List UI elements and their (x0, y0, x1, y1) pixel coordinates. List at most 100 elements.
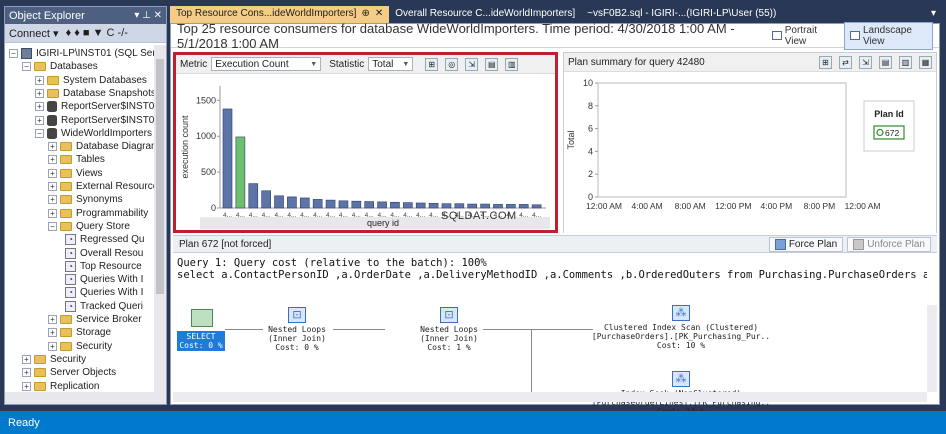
expand-icon[interactable]: + (22, 381, 31, 391)
object-explorer-hscroll[interactable] (5, 392, 166, 404)
nested-loops-operator[interactable]: ⊡ Nested Loops (Inner Join) Cost: 1 % (413, 307, 485, 352)
panel-pin-icon[interactable]: ▾ ⊥ ✕ (134, 10, 162, 21)
grid-view-icon[interactable]: ▥ (505, 57, 519, 71)
expand-icon[interactable]: + (35, 88, 44, 98)
expand-icon[interactable]: + (48, 315, 57, 324)
portrait-view-button[interactable]: Portrait View (766, 22, 840, 50)
select-operator[interactable]: SELECT Cost: 0 % (177, 331, 225, 351)
nested-loops-icon: ⊡ (288, 307, 306, 323)
expand-icon[interactable]: + (35, 115, 44, 125)
tree-node[interactable]: + ReportServer$INST01 (35, 100, 154, 113)
tree-node[interactable]: + Views (48, 167, 103, 180)
tree-node[interactable]: + Synonyms (48, 193, 123, 206)
plan-vscroll[interactable] (927, 305, 937, 392)
tree-node[interactable]: + External Resource (48, 180, 154, 193)
tree-node-label: Queries With I (80, 287, 144, 299)
chart-view-icon[interactable]: ▤ (485, 57, 499, 71)
refresh-icon[interactable]: ⊞ (819, 55, 832, 69)
collapse-icon[interactable]: − (9, 49, 18, 58)
tree-node[interactable]: ◔ Regressed Qu (61, 233, 144, 246)
expand-icon[interactable]: + (48, 208, 57, 218)
compare-plans-icon[interactable]: ⇄ (839, 55, 852, 69)
tree-node[interactable]: ◔ Top Resource (61, 260, 142, 273)
plan-hscroll[interactable] (173, 392, 927, 402)
expand-icon[interactable]: + (35, 75, 44, 85)
unforce-plan-button[interactable]: Unforce Plan (847, 236, 931, 252)
statistic-select[interactable]: Total ▼ (368, 57, 414, 71)
y-tick-label: 10 (583, 78, 593, 88)
tree-node[interactable]: − IGIRI-LP\INST01 (SQL Server (9, 47, 154, 60)
expand-icon[interactable]: + (22, 354, 31, 364)
pin-icon[interactable]: ⊕ (361, 8, 369, 19)
scroll-thumb[interactable] (156, 59, 164, 294)
close-icon[interactable]: ✕ (375, 8, 383, 19)
tree-node[interactable]: − Databases (22, 60, 98, 73)
tabs-dropdown-icon[interactable]: ▾ (927, 6, 940, 23)
configure-icon[interactable]: ◎ (445, 57, 459, 71)
expand-icon[interactable]: + (48, 182, 57, 191)
tree-node[interactable]: + Programmability (48, 207, 148, 220)
expand-icon[interactable]: + (48, 195, 57, 205)
expand-icon[interactable]: + (48, 142, 57, 152)
tree-node-label: Storage (76, 327, 112, 339)
expand-icon[interactable]: + (48, 155, 57, 165)
tree-node[interactable]: ◔ Queries With I (61, 273, 143, 286)
options-icon[interactable]: ▦ (919, 55, 932, 69)
tree-node[interactable]: + ReportServer$INST01 (35, 114, 154, 127)
force-plan-button[interactable]: Force Plan (768, 236, 844, 252)
tree-node[interactable]: − WideWorldImporters (35, 127, 152, 140)
nested-loops-operator[interactable]: ⊡ Nested Loops (Inner Join) Cost: 0 % (261, 307, 333, 352)
connect-button[interactable]: Connect ▾ (9, 27, 59, 40)
chart-view-icon[interactable]: ▤ (879, 55, 892, 69)
folder-icon (60, 195, 72, 205)
landscape-view-button[interactable]: Landscape View (844, 21, 934, 50)
clustered-index-scan-operator[interactable]: ⁂ Clustered Index Scan (Clustered) [Purc… (591, 305, 771, 350)
expand-icon[interactable]: + (48, 341, 57, 351)
collapse-icon[interactable]: − (48, 221, 57, 231)
chevron-down-icon: ▼ (310, 60, 318, 68)
server-icon (21, 48, 32, 59)
bar (467, 203, 478, 209)
grid-view-icon[interactable]: ▥ (899, 55, 912, 69)
tree-node-label: Top Resource (80, 260, 142, 272)
track-icon[interactable]: ⇲ (859, 55, 872, 69)
expand-icon[interactable]: + (48, 168, 57, 178)
collapse-icon[interactable]: − (22, 62, 31, 72)
tree-node[interactable]: ◔ Tracked Queri (61, 300, 143, 313)
tree-node-label: Synonyms (76, 194, 123, 206)
refresh-icon[interactable]: ⊞ (425, 57, 439, 71)
tree-node-label: Service Broker (76, 314, 142, 325)
y-axis-label: execution count (180, 115, 190, 179)
tree-node[interactable]: + Tables (48, 153, 105, 166)
tree-node[interactable]: ◔ Queries With I (61, 286, 143, 299)
tree-node[interactable]: + Server Objects (22, 366, 116, 379)
tree-node-label: ReportServer$INST01 (61, 114, 154, 126)
expand-icon[interactable]: + (48, 328, 57, 338)
tree-node[interactable]: ◔ Overall Resou (61, 247, 143, 260)
tree-node[interactable]: + Security (22, 353, 86, 366)
object-explorer-vscroll[interactable] (154, 45, 166, 392)
toolbar-icons[interactable]: ♦ ♦ ■ ▼ C -/- (66, 27, 128, 39)
tree-node[interactable]: + Service Broker (48, 313, 142, 326)
track-query-icon[interactable]: ⇲ (465, 57, 479, 71)
tree-node[interactable]: + Database Snapshots (35, 87, 154, 100)
tree-node[interactable]: + System Databases (35, 74, 147, 87)
expand-icon[interactable]: + (22, 368, 31, 378)
query-store-document: Top 25 resource consumers for database W… (170, 21, 940, 416)
metric-select[interactable]: Execution Count ▼ (211, 57, 322, 71)
folder-icon (60, 315, 72, 324)
tree-node[interactable]: + Database Diagram (48, 140, 154, 153)
op-cost: Cost: 10 % (656, 341, 706, 350)
expand-icon[interactable]: + (35, 102, 44, 112)
tree-node-label: Regressed Qu (80, 234, 145, 246)
tree-node[interactable]: + Replication (22, 380, 99, 393)
plan-summary-pane: Plan summary for query 42480 ⊞ ⇄ ⇲ ▤ ▥ ▦… (563, 52, 937, 233)
tree-node[interactable]: + Storage (48, 326, 111, 339)
folder-icon (47, 88, 59, 98)
tree-node[interactable]: + Security (48, 340, 112, 353)
statistic-value: Total (372, 58, 394, 70)
x-tick-label: 8:00 AM (675, 201, 706, 211)
bar (299, 197, 310, 209)
tree-node[interactable]: − Query Store (48, 220, 130, 233)
collapse-icon[interactable]: − (35, 128, 44, 138)
